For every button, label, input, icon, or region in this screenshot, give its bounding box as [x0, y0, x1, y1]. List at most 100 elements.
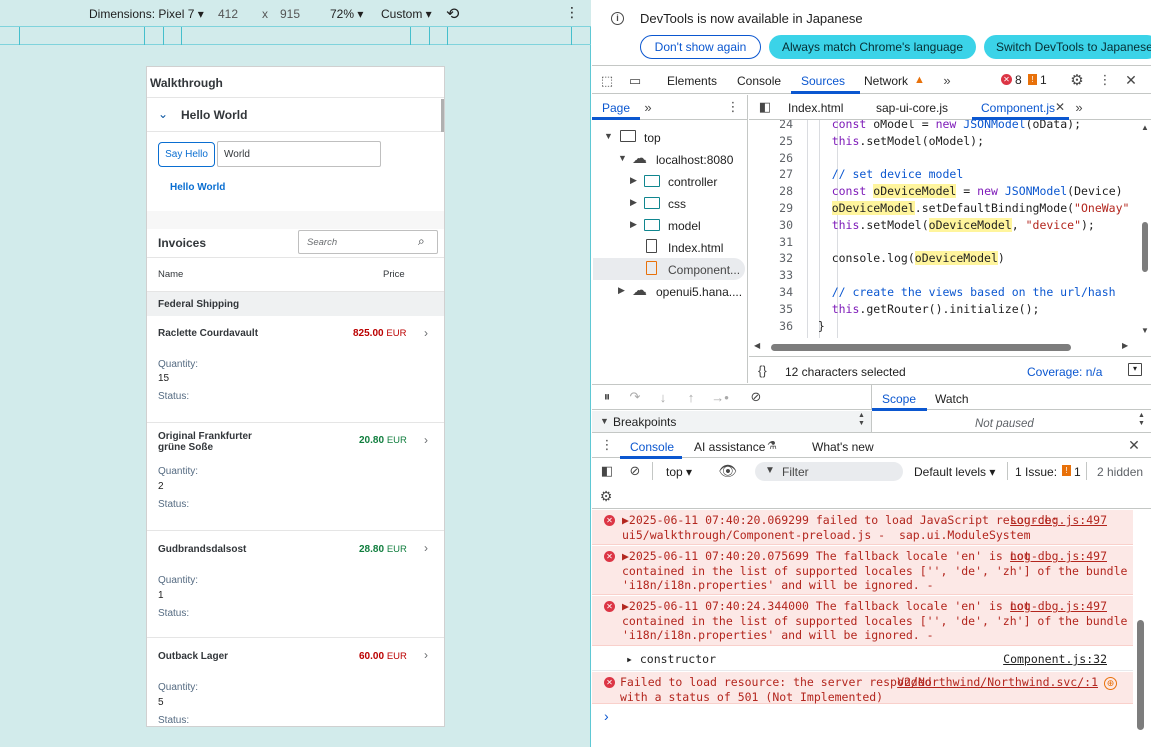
line-number[interactable]: 33 [749, 268, 793, 282]
zoom-dropdown[interactable]: 72% ▾ [330, 7, 363, 21]
tree-folder-css[interactable]: css [668, 197, 686, 211]
tab-scope[interactable]: Scope [882, 392, 916, 406]
more-vert-icon[interactable]: ⋮ [600, 437, 614, 453]
code-line[interactable]: 28 const oDeviceModel = new JSONModel(De… [749, 184, 1139, 201]
tree-collapse-icon[interactable]: ▶ [630, 175, 637, 186]
clear-console-icon[interactable]: ⊘ [627, 463, 643, 479]
code-line[interactable]: 24 const oModel = new JSONModel(oData); [749, 120, 1139, 134]
tree-collapse-icon[interactable]: ▶ [630, 197, 637, 208]
levels-dropdown[interactable]: Default levels ▾ [914, 465, 995, 479]
filter-input[interactable]: ▼ Filter [755, 462, 903, 481]
warning-count[interactable]: 1 [1040, 73, 1047, 87]
code-line[interactable]: 30 this.setModel(oDeviceModel, "device")… [749, 217, 1139, 235]
line-number[interactable]: 28 [749, 184, 793, 198]
code-vscrollbar[interactable]: ▲ ▼ [1139, 120, 1151, 338]
step-out-icon[interactable]: ↑ [683, 389, 699, 405]
code-line[interactable]: 36 } [749, 319, 1139, 336]
tree-expand-icon[interactable]: ▼ [618, 153, 627, 163]
console-error-message[interactable]: ✕ ▶2025-06-11 07:40:24.344000 The fallba… [592, 596, 1133, 646]
more-tabs-icon[interactable]: » [641, 98, 655, 116]
tree-file-component[interactable]: Component... [668, 263, 740, 277]
issue-warning-icon[interactable]: ! [1062, 465, 1071, 476]
more-tabs-icon[interactable]: » [939, 71, 955, 89]
tab-page[interactable]: Page [602, 101, 630, 115]
line-number[interactable]: 29 [749, 201, 793, 215]
source-link[interactable]: Log-dbg.js:497 [1010, 549, 1107, 563]
drawer-tab-console[interactable]: Console [630, 440, 674, 454]
pause-icon[interactable]: ⏸ [599, 389, 615, 405]
line-number[interactable]: 26 [749, 151, 793, 165]
drawer-tab-ai[interactable]: AI assistance [694, 440, 765, 454]
close-icon[interactable]: ✕ [1122, 71, 1140, 89]
line-number[interactable]: 35 [749, 302, 793, 316]
settings-gear-icon[interactable]: ⚙ [1068, 71, 1086, 89]
invoice-search-field[interactable]: Search ⌕ [298, 230, 438, 254]
rotate-icon[interactable]: ⟲ [446, 4, 459, 24]
close-tab-icon[interactable]: ✕ [1055, 100, 1065, 114]
error-count[interactable]: 8 [1015, 73, 1022, 87]
source-link[interactable]: V2/Northwind/Northwind.svc/:1 [897, 675, 1098, 689]
console-prompt[interactable]: › [604, 708, 609, 724]
sidebar-toggle-icon[interactable]: ◧ [757, 98, 773, 116]
source-link[interactable]: Log-dbg.js:497 [1010, 513, 1107, 527]
tab-watch[interactable]: Watch [935, 392, 969, 406]
chevron-right-icon[interactable]: › [424, 541, 428, 555]
line-number[interactable]: 31 [749, 235, 793, 249]
eye-icon[interactable]: 👁 [718, 462, 738, 480]
switch-language-button[interactable]: Switch DevTools to Japanese [984, 35, 1151, 59]
file-tab-sapui[interactable]: sap-ui-core.js [876, 101, 948, 115]
code-line[interactable]: 33 [749, 268, 1139, 285]
console-scrollbar[interactable] [1137, 620, 1144, 730]
scrollbar-thumb[interactable] [441, 99, 444, 132]
chevron-right-icon[interactable]: › [424, 648, 428, 662]
tree-folder-controller[interactable]: controller [668, 175, 717, 189]
issues-count[interactable]: 1 [1074, 465, 1081, 479]
line-number[interactable]: 30 [749, 218, 793, 232]
step-over-icon[interactable]: ↷ [627, 389, 643, 405]
table-row[interactable]: Gudbrandsdalsost 28.80 EUR › Quantity: 1… [147, 531, 444, 638]
console-error-message[interactable]: ✕ ▶2025-06-11 07:40:20.069299 failed to … [592, 510, 1133, 545]
tree-file-index[interactable]: Index.html [668, 241, 723, 255]
throttle-dropdown[interactable]: Custom ▾ [381, 7, 432, 21]
source-link[interactable]: Component.js:32 [1003, 652, 1107, 666]
chevron-right-icon[interactable]: › [424, 326, 428, 340]
table-row[interactable]: Original Frankfurter grüne Soße 20.80 EU… [147, 423, 444, 531]
tree-collapse-icon[interactable]: ▶ [630, 219, 637, 230]
deactivate-breakpoints-icon[interactable]: ⊘ [747, 389, 765, 405]
tree-top[interactable]: top [644, 131, 661, 145]
error-badge-icon[interactable]: ✕ [1001, 74, 1012, 85]
more-vert-icon[interactable]: ⋮ [1096, 71, 1114, 89]
table-row[interactable]: Outback Lager 60.00 EUR › Quantity: 5 St… [147, 638, 444, 726]
table-row[interactable]: Raclette Courdavault 825.00 EUR › Quanti… [147, 316, 444, 423]
tab-elements[interactable]: Elements [667, 74, 717, 88]
sidebar-toggle-icon[interactable]: ◧ [599, 463, 615, 479]
tree-remote[interactable]: openui5.hana.... [656, 285, 742, 299]
network-icon[interactable]: ⊕ [1104, 677, 1117, 690]
console-network-error[interactable]: ✕ Failed to load resource: the server re… [592, 672, 1133, 704]
file-tab-index[interactable]: Index.html [788, 101, 843, 115]
issues-label[interactable]: 1 Issue: [1015, 465, 1057, 479]
line-number[interactable]: 24 [749, 120, 793, 131]
panel-header[interactable]: ⌄ Hello World [147, 99, 441, 132]
name-input[interactable]: World [217, 141, 381, 167]
say-hello-button[interactable]: Say Hello [158, 142, 215, 167]
tab-console[interactable]: Console [737, 74, 781, 88]
step-icon[interactable]: →• [711, 389, 729, 405]
code-line[interactable]: 25 this.setModel(oModel); [749, 134, 1139, 151]
code-line[interactable]: 27 // set device model [749, 167, 1139, 184]
device-toggle-icon[interactable]: ▭ [626, 72, 644, 90]
match-language-button[interactable]: Always match Chrome's language [769, 35, 976, 59]
console-log-message[interactable]: ▸ constructor Component.js:32 [592, 647, 1133, 671]
code-line[interactable]: 32 console.log(oDeviceModel) [749, 251, 1139, 268]
line-number[interactable]: 27 [749, 167, 793, 181]
inspect-icon[interactable]: ⬚ [598, 72, 616, 90]
code-line[interactable]: 31 [749, 235, 1139, 252]
console-error-message[interactable]: ✕ ▶2025-06-11 07:40:20.075699 The fallba… [592, 546, 1133, 595]
close-drawer-icon[interactable]: ✕ [1126, 437, 1142, 453]
tree-folder-model[interactable]: model [668, 219, 701, 233]
tree-expand-icon[interactable]: ▼ [604, 131, 613, 141]
scroll-arrows-icon[interactable]: ▲ ▼ [858, 412, 865, 428]
tab-network[interactable]: Network [864, 74, 908, 88]
step-into-icon[interactable]: ↓ [655, 389, 671, 405]
dont-show-again-button[interactable]: Don't show again [640, 35, 761, 59]
